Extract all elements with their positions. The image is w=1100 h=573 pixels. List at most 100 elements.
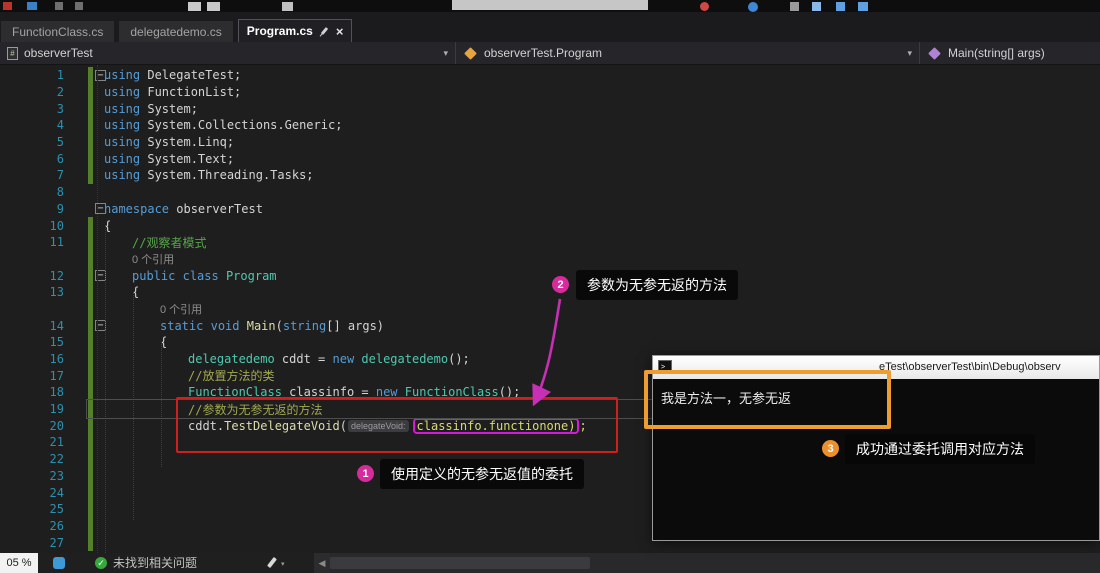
line-number: 26: [49, 518, 64, 533]
fold-margin-line: [97, 65, 98, 553]
code-row[interactable]: 2 using FunctionList;: [0, 83, 1100, 101]
editor-margin: [64, 167, 104, 184]
code-token: delegatedemo: [188, 352, 275, 367]
code-row[interactable]: 0 个引用: [0, 300, 1100, 318]
code-text[interactable]: 0 个引用: [104, 301, 202, 317]
code-text[interactable]: using System.Collections.Generic;: [104, 118, 342, 132]
feedback-icon[interactable]: [53, 557, 65, 569]
line-number: 10: [49, 218, 64, 233]
change-tracking-bar: [88, 83, 93, 101]
change-tracking-bar: [88, 250, 93, 268]
editor-margin: [64, 250, 104, 268]
code-row[interactable]: 0 个引用: [0, 250, 1100, 268]
codelens-references[interactable]: 0 个引用: [160, 301, 202, 317]
toolbar-icon[interactable]: [812, 2, 821, 11]
code-text[interactable]: delegatedemo cddt = new delegatedemo ();: [104, 352, 470, 366]
code-row[interactable]: 13{: [0, 283, 1100, 301]
code-text[interactable]: using System.Linq;: [104, 135, 234, 149]
code-row[interactable]: 10{: [0, 217, 1100, 234]
chevron-down-icon[interactable]: ▾: [907, 48, 912, 59]
toolbar-icon[interactable]: [858, 2, 868, 11]
editor-margin: [64, 450, 104, 468]
close-icon[interactable]: ×: [336, 25, 344, 38]
zoom-control[interactable]: 05 %: [0, 553, 38, 573]
codelens-references[interactable]: 0 个引用: [132, 251, 174, 267]
line-number: 8: [56, 185, 64, 200]
toolbar-icon[interactable]: [55, 2, 63, 10]
no-issues-check-icon[interactable]: ✓: [95, 557, 107, 569]
code-token: using: [104, 85, 141, 100]
code-row[interactable]: 3 using System;: [0, 100, 1100, 118]
code-text[interactable]: using System.Text;: [104, 152, 234, 166]
tab-functionclass[interactable]: FunctionClass.cs: [1, 21, 115, 42]
toolbar-icon[interactable]: [207, 2, 220, 11]
toolbar-icon[interactable]: [282, 2, 293, 11]
code-row[interactable]: 9− namespace observerTest: [0, 201, 1100, 218]
code-row[interactable]: 4 using System.Collections.Generic;: [0, 117, 1100, 134]
code-token: using: [104, 68, 141, 83]
code-text[interactable]: using System;: [104, 102, 198, 116]
toolbar-icon[interactable]: [27, 2, 37, 10]
change-tracking-bar: [88, 100, 93, 118]
code-text[interactable]: namespace observerTest: [104, 202, 263, 216]
code-text[interactable]: //放置方法的类: [104, 367, 274, 384]
code-token: //放置方法的类: [188, 369, 275, 384]
editor-margin: [64, 467, 104, 485]
issues-status-text[interactable]: 未找到相关问题: [113, 553, 197, 573]
toolbar-search[interactable]: [452, 0, 648, 10]
code-row[interactable]: 6 using System.Text;: [0, 150, 1100, 168]
document-tab-bar: FunctionClass.cs delegatedemo.cs Program…: [0, 12, 1100, 42]
code-text[interactable]: static void Main(string[] args): [104, 319, 384, 333]
tab-program-active[interactable]: Program.cs ×: [237, 19, 353, 42]
member-dropdown[interactable]: Main(string[] args): [920, 42, 1100, 64]
code-row[interactable]: 7 using System.Threading.Tasks;: [0, 167, 1100, 184]
code-row[interactable]: 5 using System.Linq;: [0, 133, 1100, 151]
code-row[interactable]: 12− public class Program: [0, 267, 1100, 284]
hscroll-thumb[interactable]: [330, 557, 590, 569]
code-token: void: [210, 318, 240, 333]
code-row[interactable]: 15 {: [0, 334, 1100, 351]
toolbar-icon[interactable]: [790, 2, 799, 11]
tab-delegatedemo[interactable]: delegatedemo.cs: [119, 21, 233, 42]
toolbar-icon[interactable]: [75, 2, 83, 10]
code-text[interactable]: 0 个引用: [104, 251, 174, 267]
editor-margin: [64, 184, 104, 201]
type-dropdown[interactable]: observerTest.Program ▾: [456, 42, 920, 64]
editor-margin: [64, 534, 104, 551]
code-text[interactable]: using DelegateTest;: [104, 68, 241, 82]
code-text[interactable]: {: [104, 335, 167, 349]
toolbar-icon[interactable]: [836, 2, 845, 11]
account-avatar[interactable]: [748, 2, 758, 12]
code-text[interactable]: public class Program: [104, 269, 277, 283]
code-token: new: [332, 352, 355, 367]
toolbar-icon[interactable]: [3, 2, 12, 10]
orange-annotation-rectangle: [644, 370, 891, 429]
stop-icon[interactable]: [700, 2, 709, 11]
line-number: 21: [49, 435, 64, 450]
project-dropdown[interactable]: # observerTest ▾: [0, 42, 456, 64]
code-text[interactable]: using System.Threading.Tasks;: [104, 168, 314, 182]
toolbar-icon[interactable]: [188, 2, 201, 11]
code-text[interactable]: //观察者模式: [104, 234, 206, 251]
change-tracking-bar: [88, 534, 93, 551]
chevron-down-icon[interactable]: ▾: [443, 48, 448, 59]
hscroll-left-arrow[interactable]: ◀: [314, 553, 330, 573]
pin-icon[interactable]: [320, 26, 329, 36]
highlighter-icon[interactable]: [267, 556, 277, 569]
line-number: 19: [49, 402, 64, 417]
highlighter-dropdown-icon[interactable]: ▾: [281, 560, 285, 568]
line-number: 6: [56, 151, 64, 166]
code-text[interactable]: using FunctionList;: [104, 85, 241, 99]
code-row[interactable]: 8: [0, 184, 1100, 201]
code-row[interactable]: 1− using DelegateTest;: [0, 67, 1100, 84]
code-token: Main: [239, 318, 276, 333]
editor-margin: −: [64, 317, 106, 334]
change-tracking-bar: [88, 233, 93, 251]
code-row[interactable]: 14− static void Main(string[] args): [0, 317, 1100, 334]
console-title-path: eTest\observerTest\bin\Debug\observ: [879, 361, 1061, 373]
code-row[interactable]: 11 //观察者模式: [0, 233, 1100, 251]
hscroll-track[interactable]: [330, 553, 1100, 573]
csharp-file-icon: #: [7, 46, 18, 60]
change-tracking-bar: [88, 217, 93, 234]
